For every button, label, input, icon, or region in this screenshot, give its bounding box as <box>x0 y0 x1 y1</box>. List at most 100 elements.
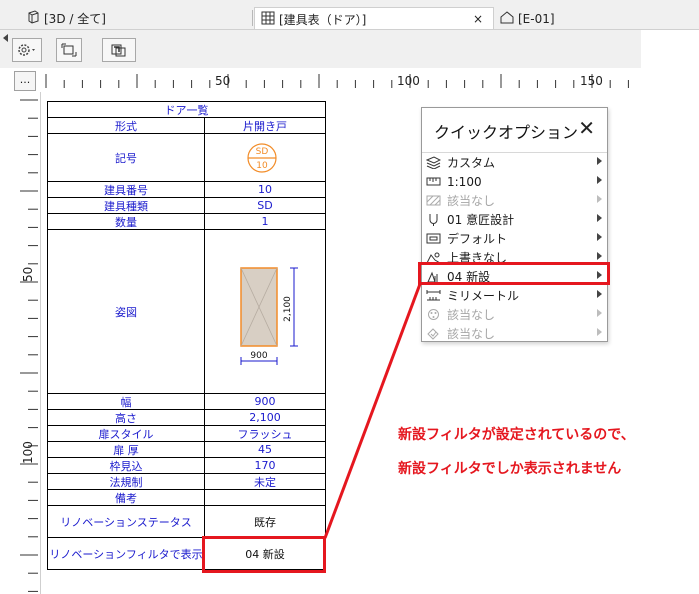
tab-label: [建具表（ドア）] <box>279 12 367 27</box>
annotation-note-line1: 新設フィルタが設定されているので、 <box>398 427 635 443</box>
row-value: 10 <box>258 183 272 196</box>
tab-3d[interactable]: [3D / 全て] <box>20 7 248 30</box>
partial-structure-icon <box>425 327 441 341</box>
table-row: 扉スタイル フラッシュ <box>48 426 325 442</box>
door-symbol-icon: SD 10 <box>247 142 277 173</box>
popup-title: クイックオプション <box>434 123 579 142</box>
toolbar <box>0 30 699 68</box>
tab-door-schedule[interactable]: [建具表（ドア）] × <box>254 7 494 30</box>
table-row: 建具種類 SD <box>48 198 325 214</box>
row-label: 法規制 <box>48 474 205 489</box>
table-row: 幅 900 <box>48 394 325 410</box>
ruler-label-150: 150 <box>580 74 603 88</box>
ruler-label-100: 100 <box>397 74 420 88</box>
quick-option-item[interactable]: デフォルト <box>422 229 607 248</box>
door-width-dimension: 900 <box>250 351 267 361</box>
table-title: ドア一覧 <box>164 103 209 117</box>
quick-option-label: 01 意匠設計 <box>447 213 515 227</box>
highlight-box-popup-item <box>418 262 610 285</box>
quick-option-label: ミリメートル <box>447 289 520 303</box>
row-label: 数量 <box>48 214 205 229</box>
door-height-dimension: 2,100 <box>283 295 293 321</box>
row-label: 姿図 <box>48 230 205 393</box>
quick-option-item[interactable]: 1:100 <box>422 172 607 191</box>
quick-option-item: 該当なし <box>422 305 607 324</box>
quick-option-label: カスタム <box>447 156 496 170</box>
quick-option-label: 1:100 <box>447 174 482 189</box>
fit-window-icon <box>61 43 77 57</box>
table-row: 数量 1 <box>48 214 325 230</box>
rebuild-button[interactable] <box>102 38 136 62</box>
settings-gear-button[interactable] <box>12 38 42 62</box>
row-label: 備考 <box>48 490 205 505</box>
submenu-arrow-icon <box>597 195 602 203</box>
submenu-arrow-icon <box>597 309 602 317</box>
row-value: 既存 <box>254 515 276 529</box>
row-label: 扉スタイル <box>48 426 205 441</box>
horizontal-ruler: 50 100 150 <box>45 74 629 88</box>
close-tab-icon[interactable]: × <box>473 12 483 26</box>
table-row: 建具番号 10 <box>48 182 325 198</box>
door-elevation-drawing: 2,100 900 <box>240 266 298 365</box>
row-value: 2,100 <box>249 411 281 424</box>
fit-in-window-button[interactable] <box>56 38 82 62</box>
annotation-note-line2: 新設フィルタでしか表示されません <box>398 461 622 477</box>
model-display-icon <box>425 308 441 322</box>
row-label: リノベーションフィルタで表示 <box>48 538 205 570</box>
table-row: 法規制 未定 <box>48 474 325 490</box>
vertical-ruler: 50 100 <box>20 99 38 592</box>
row-value: 片開き戸 <box>243 119 287 133</box>
dimension-icon <box>425 289 441 303</box>
quick-options-list: カスタム 1:100 該当なし 01 意匠設計 デフォルト 上書きなし 04 新… <box>422 152 607 343</box>
table-row: リノベーションステータス 既存 <box>48 506 325 538</box>
submenu-arrow-icon <box>597 252 602 260</box>
ruler-label-v50: 50 <box>21 267 35 282</box>
row-label: 記号 <box>48 134 205 181</box>
pin-arrow-icon <box>3 34 8 42</box>
quick-option-item[interactable]: 01 意匠設計 <box>422 210 607 229</box>
ruler-label-v100: 100 <box>21 441 35 464</box>
quick-option-label: デフォルト <box>447 232 508 246</box>
submenu-arrow-icon <box>597 290 602 298</box>
door-symbol-cell: SD 10 <box>205 134 325 181</box>
close-icon[interactable]: ✕ <box>578 116 595 140</box>
tab-bar: [3D / 全て] [建具表（ドア）] × [E-01] <box>0 0 699 30</box>
highlight-box-table-cell <box>202 536 326 573</box>
row-value: 45 <box>258 443 272 456</box>
quick-options-popup: クイックオプション ✕ カスタム 1:100 該当なし 01 意匠設計 デフォル… <box>421 107 608 342</box>
quick-option-label: 該当なし <box>447 327 496 341</box>
quick-option-item[interactable]: ミリメートル <box>422 286 607 305</box>
schedule-grid-icon <box>261 11 275 28</box>
tab-label: [3D / 全て] <box>44 12 106 26</box>
3d-box-icon <box>26 10 40 27</box>
pen-set-icon <box>425 232 441 246</box>
row-label: リノベーションステータス <box>48 506 205 537</box>
row-label: 枠見込 <box>48 458 205 473</box>
door-symbol-bottom: 10 <box>256 161 268 171</box>
quick-option-item[interactable]: カスタム <box>422 153 607 172</box>
row-value: フラッシュ <box>237 427 293 441</box>
quick-option-item: 該当なし <box>422 191 607 210</box>
door-elevation-cell: 2,100 900 <box>205 230 325 393</box>
table-row: 扉 厚 45 <box>48 442 325 458</box>
row-value: 170 <box>254 459 276 472</box>
canvas-margin <box>641 30 699 594</box>
ruler-label-50: 50 <box>215 74 230 88</box>
table-title-row: ドア一覧 <box>48 102 325 118</box>
submenu-arrow-icon <box>597 214 602 222</box>
tab-separator <box>252 10 253 26</box>
row-label: 建具番号 <box>48 182 205 197</box>
table-row: 備考 <box>48 490 325 506</box>
submenu-arrow-icon <box>597 176 602 184</box>
row-value: 1 <box>261 215 269 228</box>
row-value: 900 <box>254 395 276 408</box>
row-label: 高さ <box>48 410 205 425</box>
table-row: 枠見込 170 <box>48 458 325 474</box>
row-value: SD <box>257 199 273 212</box>
tab-elevation[interactable]: [E-01] <box>494 7 634 30</box>
hatch-pattern-icon <box>425 194 441 208</box>
tab-label: [E-01] <box>518 11 555 26</box>
quick-option-item: 該当なし <box>422 324 607 343</box>
gear-icon <box>18 44 35 56</box>
table-row: 姿図 2,100 900 <box>48 230 325 394</box>
